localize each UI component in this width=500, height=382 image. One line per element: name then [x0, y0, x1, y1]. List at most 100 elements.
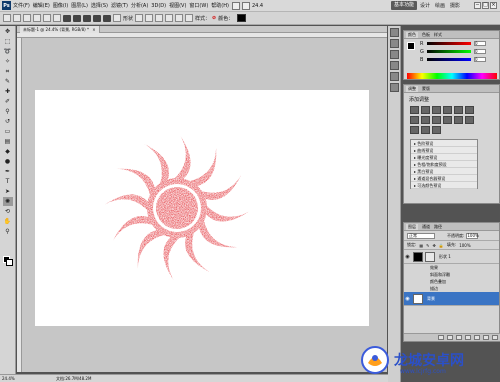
color-panel-swatch[interactable] [407, 42, 415, 50]
vibrance-icon[interactable] [454, 106, 463, 114]
close-button[interactable]: × [490, 2, 497, 9]
zoom-tool-icon[interactable]: ⚲ [3, 227, 13, 236]
pen-tool-icon[interactable]: ✒ [3, 167, 13, 176]
move-tool-icon[interactable]: ✥ [3, 27, 13, 36]
menu-layer[interactable]: 图层(L) [71, 2, 88, 9]
channel-mixer-icon[interactable] [443, 116, 452, 124]
visibility-eye-icon[interactable]: ◉ [404, 292, 411, 306]
layer-name[interactable]: 背景 [427, 296, 435, 302]
invert-icon[interactable] [454, 116, 463, 124]
custom-shape-icon[interactable] [113, 14, 121, 22]
preset-channel-mixer[interactable]: 通道混合器预设 [411, 175, 477, 182]
mini-bridge-icon[interactable] [241, 1, 250, 10]
actions-panel-icon[interactable] [389, 39, 399, 48]
tab-swatches[interactable]: 色板 [422, 32, 430, 38]
clone-source-panel-icon[interactable] [389, 83, 399, 92]
lock-image-icon[interactable]: ✎ [426, 243, 429, 248]
exclude-shapes-icon[interactable] [175, 14, 184, 22]
rounded-rectangle-shape-icon[interactable] [73, 14, 81, 22]
black-white-icon[interactable] [421, 116, 430, 124]
fill-field[interactable]: 100% [459, 243, 470, 248]
shape-color-swatch[interactable] [237, 14, 247, 22]
visibility-eye-icon[interactable]: ◉ [404, 250, 411, 264]
tab-adjustments[interactable]: 调整 [406, 85, 418, 92]
history-panel-icon[interactable] [389, 28, 399, 37]
menu-filter[interactable]: 滤镜(T) [111, 2, 128, 9]
bridge-icon[interactable] [231, 1, 240, 10]
tab-channels[interactable]: 通道 [422, 224, 430, 230]
slider-g-track[interactable] [427, 50, 471, 53]
ellipse-shape-icon[interactable] [83, 14, 91, 22]
tab-masks[interactable]: 蒙版 [422, 86, 430, 92]
blur-tool-icon[interactable]: ◆ [3, 147, 13, 156]
lock-all-icon[interactable]: 🔒 [439, 243, 444, 248]
photo-filter-icon[interactable] [432, 116, 441, 124]
menu-edit[interactable]: 编辑(E) [33, 2, 50, 9]
3d-rotate-tool-icon[interactable]: ⟲ [3, 207, 13, 216]
minimize-button[interactable]: − [474, 2, 481, 9]
preset-black-white[interactable]: 黑白预设 [411, 168, 477, 175]
workspace-design[interactable]: 设计 [420, 2, 430, 9]
lock-position-icon[interactable]: ✥ [433, 243, 436, 248]
magic-wand-tool-icon[interactable]: ✧ [3, 57, 13, 66]
rectangle-shape-icon[interactable] [63, 14, 71, 22]
menu-3d[interactable]: 3D(D) [151, 3, 166, 9]
preset-exposure[interactable]: 曝光度预设 [411, 154, 477, 161]
style-none-icon[interactable]: ⊘ [212, 15, 216, 21]
menu-analysis[interactable]: 分析(A) [131, 2, 148, 9]
levels-icon[interactable] [421, 106, 430, 114]
effects-header[interactable]: 效果 [404, 264, 499, 271]
marquee-tool-icon[interactable]: ⬚ [3, 37, 13, 46]
tool-preset-icon[interactable] [3, 14, 11, 22]
shape-layers-icon[interactable] [13, 14, 21, 22]
brightness-contrast-icon[interactable] [410, 106, 419, 114]
menu-file[interactable]: 文件(F) [13, 2, 30, 9]
fill-pixels-icon[interactable] [33, 14, 41, 22]
gradient-tool-icon[interactable]: ▤ [3, 137, 13, 146]
workspace-painting[interactable]: 绘画 [435, 2, 445, 9]
menu-help[interactable]: 帮助(H) [211, 2, 229, 9]
hand-tool-icon[interactable]: ✋ [3, 217, 13, 226]
workspace-essentials-button[interactable]: 基本功能 [391, 1, 418, 10]
curves-icon[interactable] [432, 106, 441, 114]
zoom-level[interactable]: 24.4 [252, 3, 263, 9]
eraser-tool-icon[interactable]: ▭ [3, 127, 13, 136]
line-shape-icon[interactable] [103, 14, 111, 22]
tab-styles[interactable]: 样式 [434, 32, 442, 38]
intersect-shapes-icon[interactable] [165, 14, 174, 22]
gradient-map-icon[interactable] [421, 126, 430, 134]
color-spectrum-bar[interactable] [407, 73, 497, 79]
preset-levels[interactable]: 色阶预设 [411, 140, 477, 147]
foreground-background-colors[interactable] [3, 256, 13, 266]
layer-row-background[interactable]: ◉ 背景 [404, 292, 499, 306]
blend-mode-select[interactable]: 正常 [407, 232, 435, 239]
dodge-tool-icon[interactable]: ● [3, 157, 13, 166]
document-tab[interactable]: 未标题-1 @ 24.4% (背景, RGB/8) * × [20, 25, 100, 33]
clone-stamp-tool-icon[interactable]: ⚲ [3, 107, 13, 116]
slider-b-track[interactable] [427, 58, 471, 61]
workspace-photography[interactable]: 摄影 [450, 2, 460, 9]
color-balance-icon[interactable] [410, 116, 419, 124]
link-icon[interactable] [185, 14, 194, 22]
layer-name[interactable]: 形状 1 [439, 254, 451, 260]
effect-color-overlay[interactable]: 颜色叠加 [404, 278, 499, 285]
menu-image[interactable]: 图像(I) [53, 2, 68, 9]
posterize-icon[interactable] [465, 116, 474, 124]
opacity-field[interactable]: 100% [466, 232, 479, 239]
slider-r[interactable]: R 0 [404, 40, 499, 47]
history-brush-tool-icon[interactable]: ↺ [3, 117, 13, 126]
selective-color-icon[interactable] [432, 126, 441, 134]
tab-layers[interactable]: 图层 [406, 223, 418, 230]
polygon-shape-icon[interactable] [93, 14, 101, 22]
brush-panel-icon[interactable] [389, 72, 399, 81]
type-tool-icon[interactable]: T [3, 177, 13, 186]
paths-icon[interactable] [23, 14, 31, 22]
effect-bevel-emboss[interactable]: 斜面和浮雕 [404, 271, 499, 278]
menu-view[interactable]: 视图(V) [169, 2, 186, 9]
menu-window[interactable]: 窗口(W) [189, 2, 208, 9]
lasso-tool-icon[interactable]: ➰ [3, 47, 13, 56]
preset-curves[interactable]: 曲线预设 [411, 147, 477, 154]
character-panel-icon[interactable] [389, 50, 399, 59]
freeform-pen-icon[interactable] [53, 14, 61, 22]
pen-icon[interactable] [43, 14, 51, 22]
